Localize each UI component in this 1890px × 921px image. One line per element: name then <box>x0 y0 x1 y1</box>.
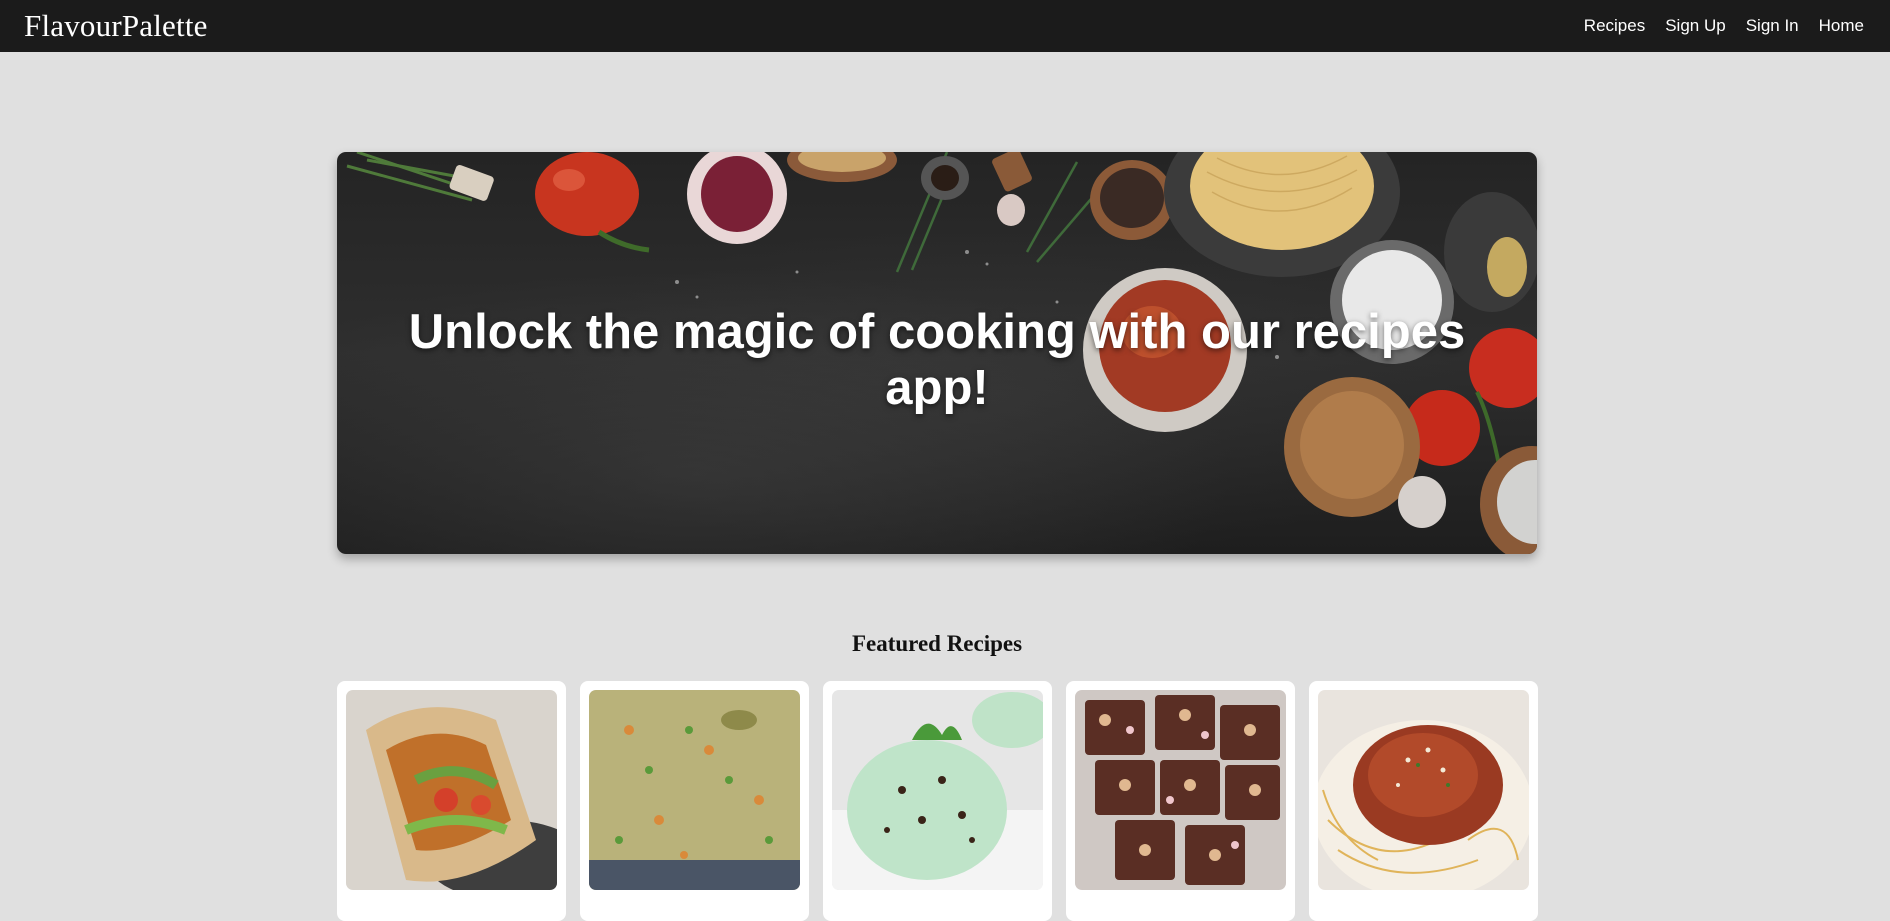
recipe-card[interactable] <box>1309 681 1538 921</box>
recipe-card[interactable] <box>580 681 809 921</box>
nav-link-recipes[interactable]: Recipes <box>1584 16 1645 36</box>
chicken-wrap-image <box>346 690 557 890</box>
recipe-card[interactable] <box>823 681 1052 921</box>
spaghetti-bolognese-image <box>1318 690 1529 890</box>
nav-links: Recipes Sign Up Sign In Home <box>1584 16 1866 36</box>
nav-link-sign-in[interactable]: Sign In <box>1746 16 1799 36</box>
mint-chocolate-chip-ice-cream-image <box>832 690 1043 890</box>
featured-recipes-list <box>337 681 1538 921</box>
top-navbar: FlavourPalette Recipes Sign Up Sign In H… <box>0 0 1890 52</box>
nav-link-sign-up[interactable]: Sign Up <box>1665 16 1725 36</box>
recipe-card[interactable] <box>337 681 566 921</box>
featured-recipes-heading: Featured Recipes <box>851 631 1023 656</box>
hero-banner: Unlock the magic of cooking with our rec… <box>337 152 1537 554</box>
brand-logo[interactable]: FlavourPalette <box>24 8 208 44</box>
hero-title: Unlock the magic of cooking with our rec… <box>408 305 1466 415</box>
rocky-road-fudge-image <box>1075 690 1286 890</box>
nav-link-home[interactable]: Home <box>1819 16 1864 36</box>
vegetable-fried-rice-image <box>589 690 800 890</box>
recipe-card[interactable] <box>1066 681 1295 921</box>
